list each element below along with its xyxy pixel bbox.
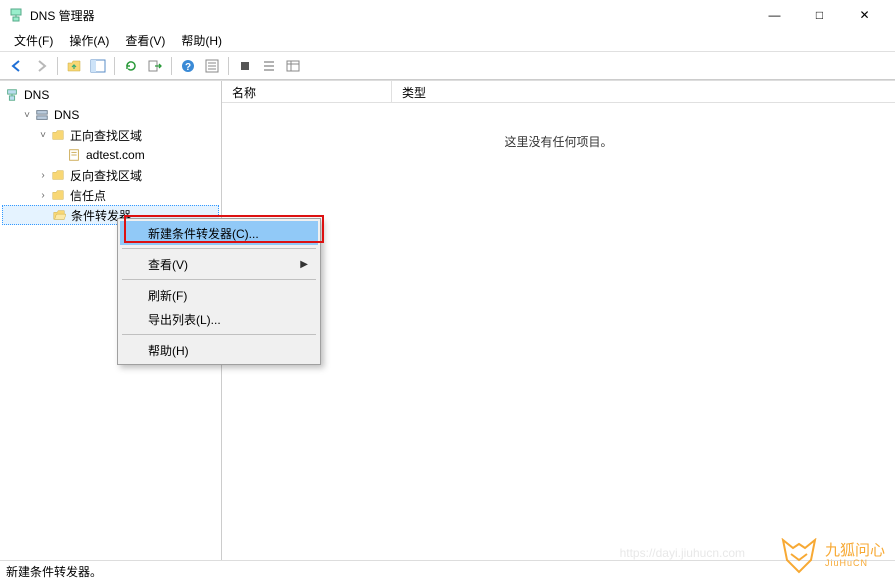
context-new-conditional-forwarder[interactable]: 新建条件转发器(C)...	[120, 221, 318, 245]
folder-icon	[50, 187, 66, 203]
tree-label: DNS	[54, 108, 79, 122]
list-pane: 名称 类型 这里没有任何项目。	[222, 81, 895, 560]
context-refresh[interactable]: 刷新(F)	[120, 283, 318, 307]
tree-label: adtest.com	[86, 148, 145, 162]
maximize-button[interactable]: □	[797, 0, 842, 30]
tree-server[interactable]: ˅ DNS	[2, 105, 219, 125]
tree-reverse-zones[interactable]: › 反向查找区域	[2, 165, 219, 185]
tree-label: 反向查找区域	[70, 167, 142, 184]
expand-toggle[interactable]: ˅	[20, 110, 34, 121]
folder-icon	[50, 127, 66, 143]
context-label: 帮助(H)	[148, 342, 189, 359]
server-icon	[34, 107, 50, 123]
tree-zone-adtest[interactable]: adtest.com	[2, 145, 219, 165]
context-view[interactable]: 查看(V) ▶	[120, 252, 318, 276]
expand-toggle[interactable]: ›	[36, 190, 50, 201]
export-button[interactable]	[144, 55, 166, 77]
tree-label: 信任点	[70, 187, 106, 204]
status-bar: 新建条件转发器。	[0, 560, 895, 582]
back-button[interactable]	[6, 55, 28, 77]
context-export-list[interactable]: 导出列表(L)...	[120, 307, 318, 331]
watermark: 九狐问心 JiuHuCN	[779, 538, 885, 574]
context-separator	[122, 248, 316, 249]
title-bar: DNS 管理器 — □ ✕	[0, 0, 895, 30]
folder-icon	[50, 167, 66, 183]
fox-logo-icon	[779, 538, 819, 574]
menu-file[interactable]: 文件(F)	[6, 30, 61, 51]
watermark-sub: JiuHuCN	[825, 559, 885, 568]
zone-icon	[66, 147, 82, 163]
context-separator	[122, 279, 316, 280]
dns-root-icon	[4, 87, 20, 103]
window-title: DNS 管理器	[30, 7, 752, 24]
context-separator	[122, 334, 316, 335]
context-label: 导出列表(L)...	[148, 311, 221, 328]
toolbar: ?	[0, 52, 895, 80]
menu-help[interactable]: 帮助(H)	[173, 30, 230, 51]
menu-bar: 文件(F) 操作(A) 查看(V) 帮助(H)	[0, 30, 895, 52]
properties-button[interactable]	[201, 55, 223, 77]
toolbar-separator	[228, 57, 229, 75]
detail-view-button[interactable]	[282, 55, 304, 77]
menu-action[interactable]: 操作(A)	[61, 30, 117, 51]
submenu-arrow-icon: ▶	[300, 259, 308, 270]
help-button[interactable]: ?	[177, 55, 199, 77]
expand-toggle[interactable]: ˅	[36, 130, 50, 141]
stop-button[interactable]	[234, 55, 256, 77]
status-text: 新建条件转发器。	[6, 563, 102, 580]
folder-open-icon	[51, 207, 67, 223]
tree-forward-zones[interactable]: ˅ 正向查找区域	[2, 125, 219, 145]
toolbar-separator	[171, 57, 172, 75]
tree-root-dns[interactable]: DNS	[2, 85, 219, 105]
list-view-button[interactable]	[258, 55, 280, 77]
context-help[interactable]: 帮助(H)	[120, 338, 318, 362]
menu-view[interactable]: 查看(V)	[117, 30, 173, 51]
column-type[interactable]: 类型	[392, 81, 436, 102]
context-label: 刷新(F)	[148, 287, 187, 304]
up-button[interactable]	[63, 55, 85, 77]
faint-url-overlay: https://dayi.jiuhucn.com	[620, 546, 745, 560]
list-header: 名称 类型	[222, 81, 895, 103]
forward-button[interactable]	[30, 55, 52, 77]
column-name[interactable]: 名称	[222, 81, 392, 102]
tree-label: DNS	[24, 88, 49, 102]
app-icon	[8, 7, 24, 23]
refresh-button[interactable]	[120, 55, 142, 77]
empty-message: 这里没有任何项目。	[222, 133, 895, 150]
context-label: 新建条件转发器(C)...	[148, 225, 259, 242]
tree-trust-points[interactable]: › 信任点	[2, 185, 219, 205]
show-hide-tree-button[interactable]	[87, 55, 109, 77]
watermark-name: 九狐问心	[825, 543, 885, 559]
expand-toggle[interactable]: ›	[36, 170, 50, 181]
svg-text:?: ?	[185, 62, 191, 73]
toolbar-separator	[57, 57, 58, 75]
context-menu: 新建条件转发器(C)... 查看(V) ▶ 刷新(F) 导出列表(L)... 帮…	[117, 218, 321, 365]
minimize-button[interactable]: —	[752, 0, 797, 30]
toolbar-separator	[114, 57, 115, 75]
context-label: 查看(V)	[148, 256, 188, 273]
close-button[interactable]: ✕	[842, 0, 887, 30]
tree-label: 正向查找区域	[70, 127, 142, 144]
